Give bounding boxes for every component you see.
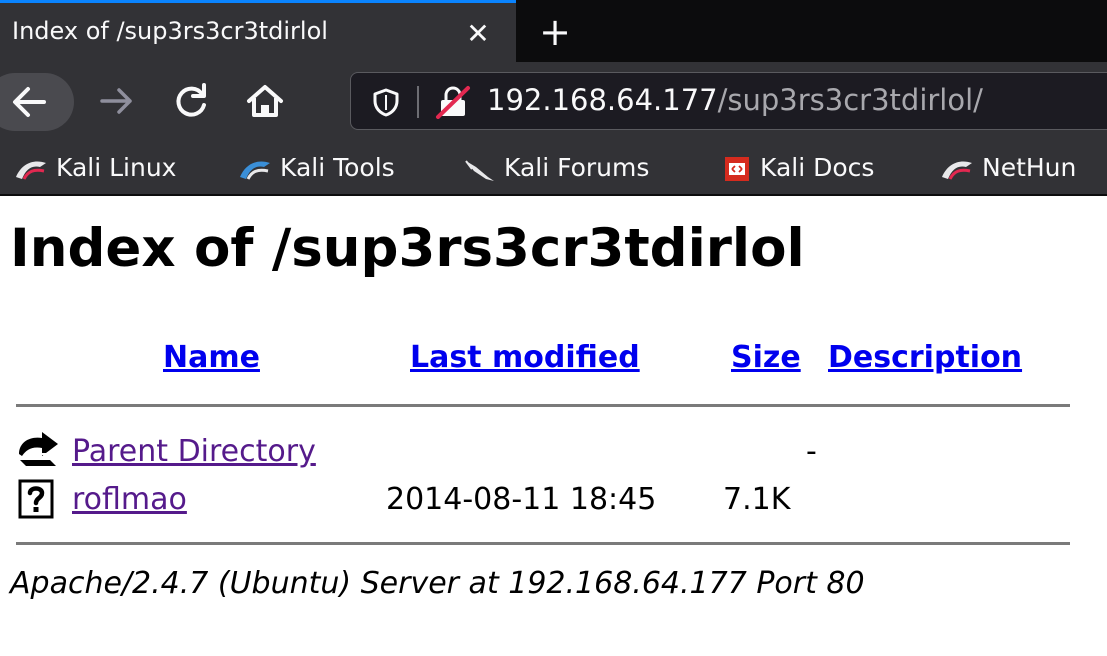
address-bar-separator — [417, 86, 419, 118]
kali-forums-icon — [465, 160, 494, 181]
bookmark-kali-forums[interactable]: Kali Forums — [462, 150, 649, 186]
bookmarks-toolbar: Kali Linux Kali Tools Kali Forums Kali D… — [0, 142, 1107, 194]
home-icon — [247, 85, 283, 117]
bookmark-label: Kali Docs — [760, 153, 875, 182]
footer-divider — [16, 542, 1070, 545]
page-title: Index of /sup3rs3cr3tdirlol — [10, 218, 805, 279]
home-button[interactable] — [240, 76, 290, 130]
bookmark-kali-tools[interactable]: Kali Tools — [238, 150, 395, 186]
column-size-link[interactable]: Size — [731, 340, 801, 375]
bookmark-label: Kali Linux — [56, 153, 177, 182]
reload-button[interactable] — [166, 76, 216, 130]
bookmark-kali-linux[interactable]: Kali Linux — [14, 150, 176, 186]
unknown-file-icon — [18, 479, 54, 519]
forward-arrow-icon — [100, 88, 132, 114]
column-description-link[interactable]: Description — [828, 340, 1022, 375]
tab-title: Index of /sup3rs3cr3tdirlol — [12, 17, 328, 45]
back-arrow-icon — [13, 87, 46, 117]
bookmark-kali-docs[interactable]: Kali Docs — [722, 150, 874, 186]
bookmark-label: Kali Forums — [504, 153, 650, 182]
url-path: /sup3rs3cr3tdirlol/ — [717, 83, 983, 117]
kali-tools-icon — [240, 161, 270, 180]
nethunter-icon — [942, 161, 972, 180]
header-divider — [16, 404, 1070, 407]
column-name-link[interactable]: Name — [163, 340, 260, 375]
kali-docs-icon — [725, 157, 749, 181]
parent-directory-icon — [19, 432, 58, 466]
new-tab-button[interactable]: + — [530, 10, 580, 54]
bookmark-label: Kali Tools — [280, 153, 395, 182]
bookmark-nethunter[interactable]: NetHun — [940, 150, 1076, 186]
insecure-lock-icon[interactable] — [435, 85, 471, 119]
address-bar[interactable]: 192.168.64.177/sup3rs3cr3tdirlol/ — [350, 72, 1107, 130]
server-signature: Apache/2.4.7 (Ubuntu) Server at 192.168.… — [10, 566, 865, 601]
url-host: 192.168.64.177 — [487, 83, 718, 117]
active-tab[interactable]: Index of /sup3rs3cr3tdirlol ✕ — [0, 0, 516, 62]
tracking-shield-icon[interactable] — [371, 87, 401, 117]
row-last-modified: 2014-08-11 18:45 — [386, 482, 657, 517]
forward-button[interactable] — [92, 76, 142, 130]
tab-close-icon[interactable]: ✕ — [458, 15, 498, 53]
kali-dragon-icon — [16, 161, 46, 180]
reload-icon — [176, 83, 206, 117]
tab-bar: Index of /sup3rs3cr3tdirlol ✕ + — [0, 0, 1107, 62]
back-button[interactable] — [0, 73, 74, 131]
file-link-roflmao[interactable]: roflmao — [72, 482, 187, 517]
row-size: - — [806, 434, 817, 469]
url-text[interactable]: 192.168.64.177/sup3rs3cr3tdirlol/ — [487, 83, 983, 117]
toolbar-divider — [0, 194, 1107, 196]
column-last-modified-link[interactable]: Last modified — [410, 340, 640, 375]
parent-directory-link[interactable]: Parent Directory — [72, 434, 316, 469]
row-size: 7.1K — [723, 482, 791, 517]
navigation-toolbar: 192.168.64.177/sup3rs3cr3tdirlol/ — [0, 62, 1107, 142]
bookmark-label: NetHun — [982, 153, 1077, 182]
